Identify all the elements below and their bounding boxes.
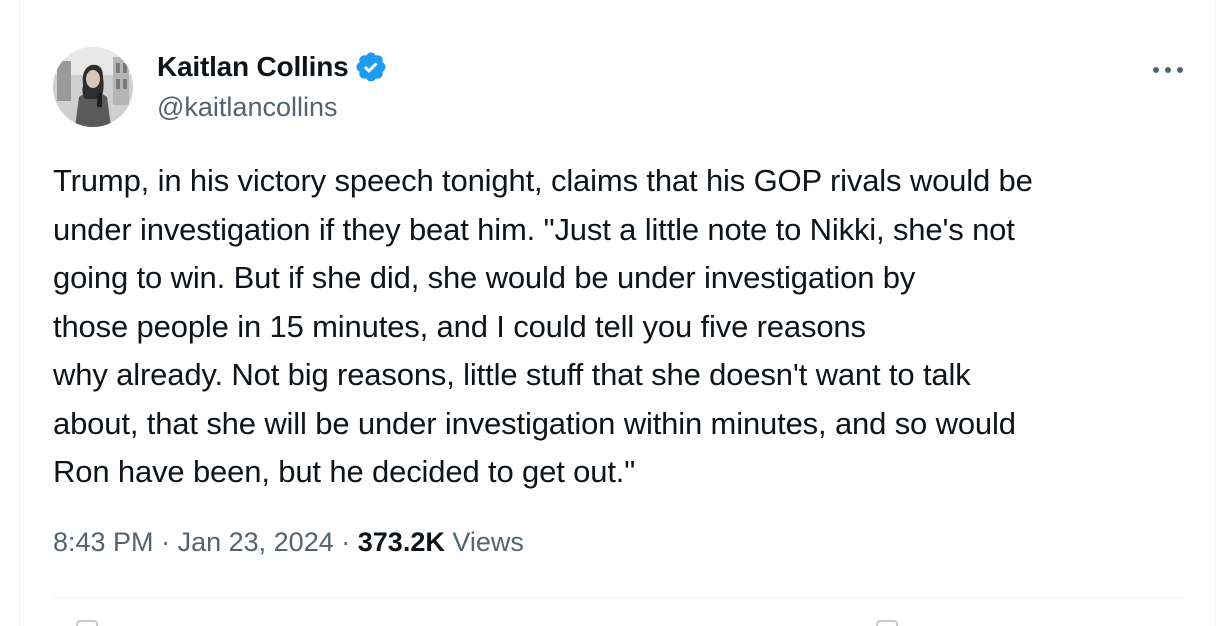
card-left-border xyxy=(19,0,20,626)
tweet-text-line: about, that she will be under investigat… xyxy=(53,405,1016,441)
tweet-text-line: under investigation if they beat him. "J… xyxy=(53,211,1015,247)
tweet-card: Kaitlan Collins @kaitlancollins Trump, i… xyxy=(0,0,1218,626)
bookmark-icon[interactable] xyxy=(876,620,898,626)
tweet-text-line: Trump, in his victory speech tonight, cl… xyxy=(53,163,1033,198)
more-options-icon[interactable] xyxy=(1148,60,1188,80)
tweet-text-line: going to win. But if she did, she would … xyxy=(53,260,916,295)
card-right-border xyxy=(1215,0,1216,626)
tweet-text: Trump, in his victory speech tonight, cl… xyxy=(53,157,1193,497)
verified-badge-icon xyxy=(354,50,388,84)
tweet-text-line: Ron have been, but he decided to get out… xyxy=(53,454,636,489)
views-count: 373.2K xyxy=(357,527,445,557)
reply-icon[interactable] xyxy=(76,620,98,626)
avatar[interactable] xyxy=(53,47,133,127)
tweet-text-line: why already. Not big reasons, little stu… xyxy=(53,357,971,392)
views-label: Views xyxy=(452,527,524,557)
author-display-name[interactable]: Kaitlan Collins xyxy=(157,51,349,83)
tweet-text-line: those people in 15 minutes, and I could … xyxy=(53,308,866,344)
tweet-meta: 8:43 PM · Jan 23, 2024 · 373.2K Views xyxy=(53,527,524,558)
profile-photo-icon xyxy=(53,47,133,127)
meta-separator: · xyxy=(161,527,171,557)
tweet-time[interactable]: 8:43 PM xyxy=(53,527,154,557)
author-handle[interactable]: @kaitlancollins xyxy=(157,92,337,123)
author-name-row[interactable]: Kaitlan Collins xyxy=(157,50,388,84)
divider xyxy=(53,597,1186,598)
meta-separator: · xyxy=(341,527,351,557)
tweet-date[interactable]: Jan 23, 2024 xyxy=(178,527,334,557)
